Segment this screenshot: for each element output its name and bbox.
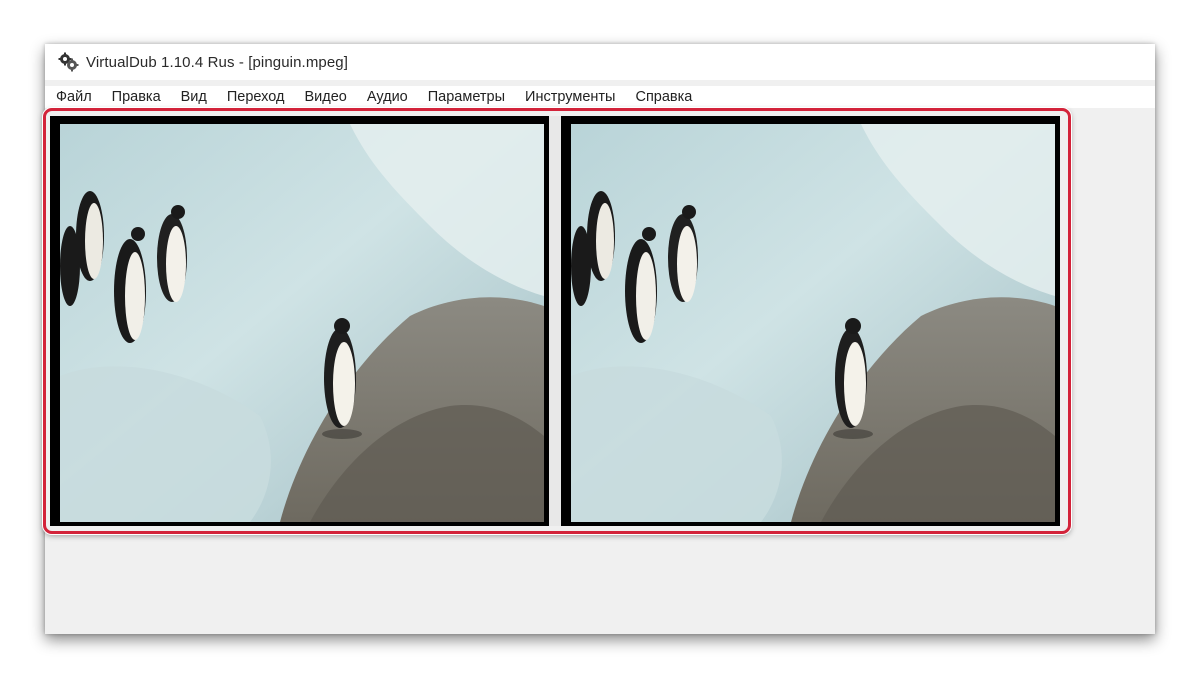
menu-options[interactable]: Параметры [418,86,515,108]
menu-audio[interactable]: Аудио [357,86,418,108]
screenshot: VirtualDub 1.10.4 Rus - [pinguin.mpeg] Ф… [0,0,1200,680]
menu-bar: Файл Правка Вид Переход Видео Аудио Пара… [45,86,1155,108]
menu-help[interactable]: Справка [625,86,702,108]
window-title: VirtualDub 1.10.4 Rus - [pinguin.mpeg] [86,53,349,71]
output-video-pane[interactable] [561,116,1060,526]
menu-go[interactable]: Переход [217,86,295,108]
menu-edit[interactable]: Правка [102,86,171,108]
menu-file[interactable]: Файл [45,86,102,108]
output-video-frame [561,116,1060,526]
menu-video[interactable]: Видео [294,86,356,108]
input-video-pane[interactable] [50,116,549,526]
input-video-frame [50,116,549,526]
virtualdub-gear-icon[interactable] [57,51,79,73]
menu-view[interactable]: Вид [171,86,217,108]
title-bar[interactable]: VirtualDub 1.10.4 Rus - [pinguin.mpeg] [45,44,1155,80]
pane-divider[interactable] [549,116,561,526]
menu-tools[interactable]: Инструменты [515,86,625,108]
